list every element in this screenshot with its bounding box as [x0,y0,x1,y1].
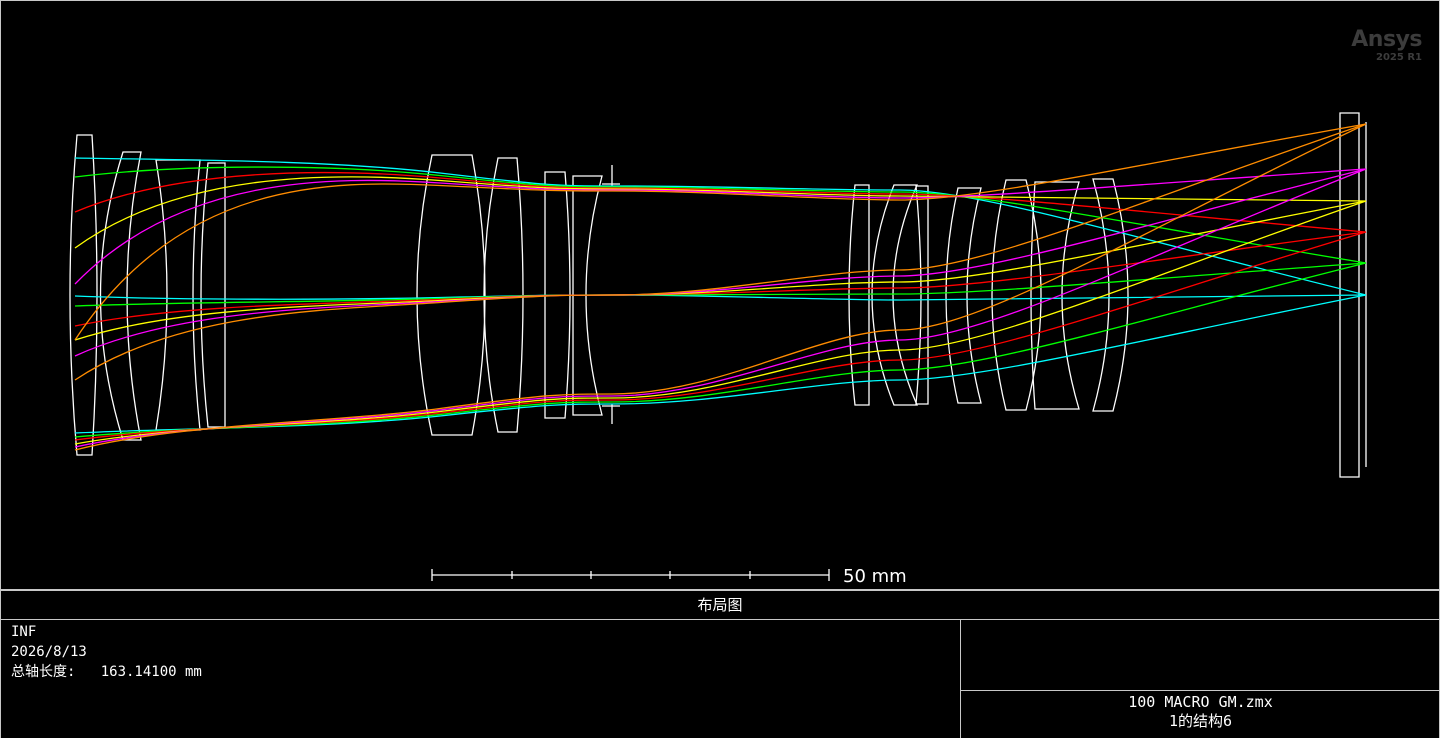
stop-marker-right [602,404,620,424]
ray-field-6-0 [74,123,1367,341]
lens-element-11 [915,185,929,405]
info-line-2: 2026/8/13 [11,644,87,660]
lens-element-5 [416,154,486,436]
stop-marker-left [602,165,620,186]
lens-element-6 [483,157,524,433]
info-line-1: INF [11,624,37,640]
divider-title-top [0,590,1440,591]
lens-element-4 [200,162,226,428]
lens-element-10 [871,184,918,406]
ansys-logo: Ansys 2025 R1 [1351,28,1422,64]
ray-field-1-0 [74,157,1367,296]
info-block: INF 2026/8/13 总轴长度: 163.14100 mm [11,622,202,682]
lens-element-3 [155,159,201,431]
file-info: 100 MACRO GM.zmx 1的结构6 [961,693,1440,731]
ray-field-6-2 [74,123,1367,451]
ray-field-1-1 [74,294,1367,301]
lens-element-1 [69,134,98,456]
ray-field-4-2 [74,200,1367,445]
file-config: 1的结构6 [1168,712,1233,730]
lens-element-2 [99,151,142,441]
divider-file-box [960,690,1440,691]
plot-title: 布局图 [697,596,743,614]
layout-plot: 50 mm [0,0,1440,590]
ray-field-3-2 [74,231,1367,441]
scale-bar-label: 50 mm [843,566,907,587]
brand-version: 2025 R1 [1376,52,1422,63]
ray-field-5-0 [74,168,1367,285]
divider-title-bottom [0,619,1440,620]
info-line-3: 总轴长度: 163.14100 mm [11,664,202,680]
lens-element-12 [945,187,982,404]
ray-fans [74,123,1367,451]
brand-name: Ansys [1351,27,1422,52]
scale-bar [431,569,830,581]
ray-field-5-2 [74,168,1367,448]
file-name: 100 MACRO GM.zmx [1128,693,1273,711]
